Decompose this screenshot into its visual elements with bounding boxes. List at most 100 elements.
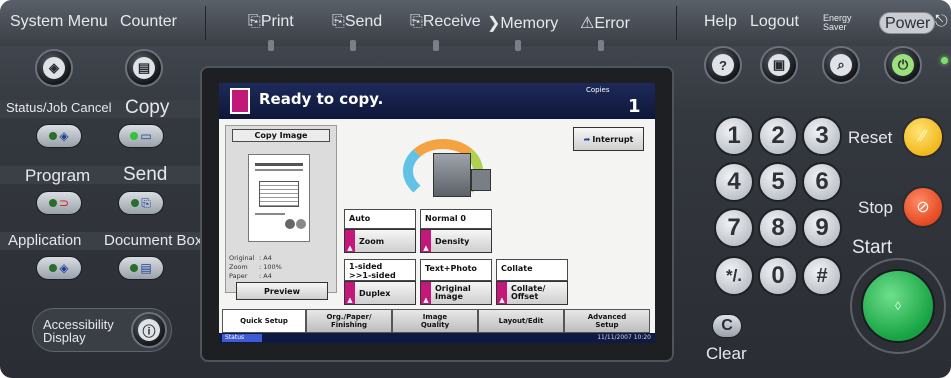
- zoom-button[interactable]: ▲ Zoom: [344, 229, 416, 253]
- print-icon: ⎘: [248, 13, 261, 30]
- application-label: Application: [8, 232, 82, 249]
- program-button[interactable]: ⊃: [36, 191, 82, 215]
- duplex-button[interactable]: ▲ Duplex: [344, 281, 416, 305]
- divider: [205, 6, 206, 40]
- reset-button[interactable]: ⁄⁄: [902, 116, 944, 158]
- copy-button[interactable]: ▭: [118, 124, 164, 148]
- stop-label: Stop: [858, 198, 893, 217]
- receive-indicator-label: ⎘Receive: [410, 13, 481, 30]
- key-6[interactable]: 6: [802, 162, 842, 202]
- key-5[interactable]: 5: [758, 162, 798, 202]
- zoom-marker-icon: ▲: [345, 230, 355, 252]
- error-indicator-label: ⚠Error: [580, 15, 630, 32]
- print-led: [268, 40, 274, 51]
- interrupt-icon: ➦: [583, 134, 591, 144]
- error-led: [598, 40, 604, 51]
- send-indicator-label: ⎘Send: [332, 13, 383, 30]
- original-image-current-value: Text+Photo: [420, 259, 492, 281]
- counter-button[interactable]: ▤: [125, 49, 163, 87]
- application-icon: ◈: [59, 261, 69, 275]
- status-button[interactable]: Status: [222, 334, 262, 342]
- tab-quick-setup[interactable]: Quick Setup: [222, 309, 306, 333]
- tab-image-quality[interactable]: Image Quality: [392, 309, 478, 333]
- clear-button[interactable]: C: [712, 314, 742, 338]
- tab-org-paper-finishing[interactable]: Org./Paper/Finishing: [306, 309, 392, 333]
- divider: [676, 6, 677, 40]
- energy-saver-icon: ⌕: [830, 54, 852, 76]
- start-button[interactable]: ◊: [861, 269, 935, 343]
- counter-label: Counter: [120, 13, 177, 30]
- tab-advanced-setup[interactable]: Advanced Setup: [564, 309, 650, 333]
- tab-layout-edit[interactable]: Layout/Edit: [478, 309, 564, 333]
- document-box-button[interactable]: ▤: [118, 256, 164, 280]
- interrupt-button[interactable]: ➦ Interrupt: [573, 127, 644, 151]
- key-4[interactable]: 4: [714, 162, 754, 202]
- key-2[interactable]: 2: [758, 116, 798, 156]
- power-button[interactable]: ⏻: [884, 46, 922, 84]
- send-key-icon: ⎘: [141, 195, 151, 210]
- copy-image-panel: Copy Image Original: A4 Zoom: 100% Paper…: [225, 125, 337, 300]
- screen-status-title: Ready to copy.: [259, 90, 384, 108]
- help-icon: ?: [712, 54, 734, 76]
- machine-illustration: [403, 133, 495, 203]
- original-info-row: Original: A4: [229, 254, 272, 262]
- send-icon: ⎘: [332, 13, 345, 30]
- screen-title-bar: Ready to copy. Copies 1: [219, 83, 655, 119]
- key-9[interactable]: 9: [802, 208, 842, 248]
- paper-info-row: Paper: A4: [229, 272, 272, 280]
- accessibility-label: Accessibility Display: [43, 317, 114, 345]
- program-icon: ⊃: [58, 196, 70, 210]
- application-button[interactable]: ◈: [36, 256, 82, 280]
- density-marker-icon: ▲: [421, 230, 431, 252]
- power-led: [941, 57, 948, 64]
- key-star-period[interactable]: */.: [714, 256, 754, 296]
- document-box-label: Document Box: [104, 232, 203, 249]
- key-8[interactable]: 8: [758, 208, 798, 248]
- status-job-cancel-label: Status/Job Cancel: [6, 100, 112, 115]
- copy-preview-page: [248, 154, 310, 242]
- accessibility-icon: ⓘ: [138, 319, 160, 341]
- copy-label: Copy: [125, 97, 170, 118]
- copy-mode-icon: [230, 88, 250, 114]
- stop-icon: ⊘: [916, 199, 930, 216]
- status-job-cancel-button[interactable]: ◈: [36, 124, 82, 148]
- zoom-current-value: Auto: [344, 209, 416, 229]
- copies-value: 1: [628, 96, 641, 117]
- collate-offset-button[interactable]: ▲ Collate/Offset: [496, 281, 568, 305]
- key-hash[interactable]: #: [802, 256, 842, 296]
- duplex-marker-icon: ▲: [345, 282, 355, 304]
- accessibility-key[interactable]: ⓘ: [131, 312, 167, 348]
- send-button[interactable]: ⎘: [118, 191, 164, 215]
- document-box-icon: ▤: [140, 261, 152, 275]
- reset-label: Reset: [848, 128, 893, 147]
- power-label: Power: [885, 15, 931, 32]
- receive-icon: ⎘: [410, 13, 423, 30]
- key-0[interactable]: 0: [758, 256, 798, 296]
- help-button[interactable]: ?: [704, 46, 742, 84]
- power-icon: ⏻: [892, 54, 914, 76]
- system-menu-button[interactable]: ◈: [35, 49, 73, 87]
- key-1[interactable]: 1: [714, 116, 754, 156]
- touch-screen: Ready to copy. Copies 1 ➦ Interrupt Copy …: [219, 83, 655, 343]
- send-key-label: Send: [123, 164, 168, 185]
- memory-icon: ❯: [487, 15, 501, 32]
- power-symbol-icon: ⎋: [935, 13, 948, 30]
- original-image-button[interactable]: ▲ Original Image: [420, 281, 492, 305]
- program-label: Program: [25, 166, 91, 185]
- system-menu-icon: ◈: [43, 57, 65, 79]
- status-icon: ◈: [59, 129, 69, 143]
- error-icon: ⚠: [580, 15, 595, 32]
- control-panel: System Menu Counter ⎘Print ⎘Send ⎘Receiv…: [0, 0, 951, 378]
- energy-saver-label: Energy Saver: [823, 13, 852, 32]
- energy-saver-button[interactable]: ⌕: [822, 46, 860, 84]
- collate-current-value: Collate: [496, 259, 568, 281]
- stop-button[interactable]: ⊘: [902, 186, 944, 228]
- density-button[interactable]: ▲ Density: [420, 229, 492, 253]
- accessibility-display-button[interactable]: Accessibility Display ⓘ: [32, 308, 172, 352]
- key-7[interactable]: 7: [714, 208, 754, 248]
- logout-button[interactable]: ▣: [760, 46, 798, 84]
- key-3[interactable]: 3: [802, 116, 842, 156]
- counter-icon: ▤: [133, 57, 155, 79]
- preview-button[interactable]: Preview: [236, 282, 328, 300]
- lock-icon: ▣: [768, 54, 790, 76]
